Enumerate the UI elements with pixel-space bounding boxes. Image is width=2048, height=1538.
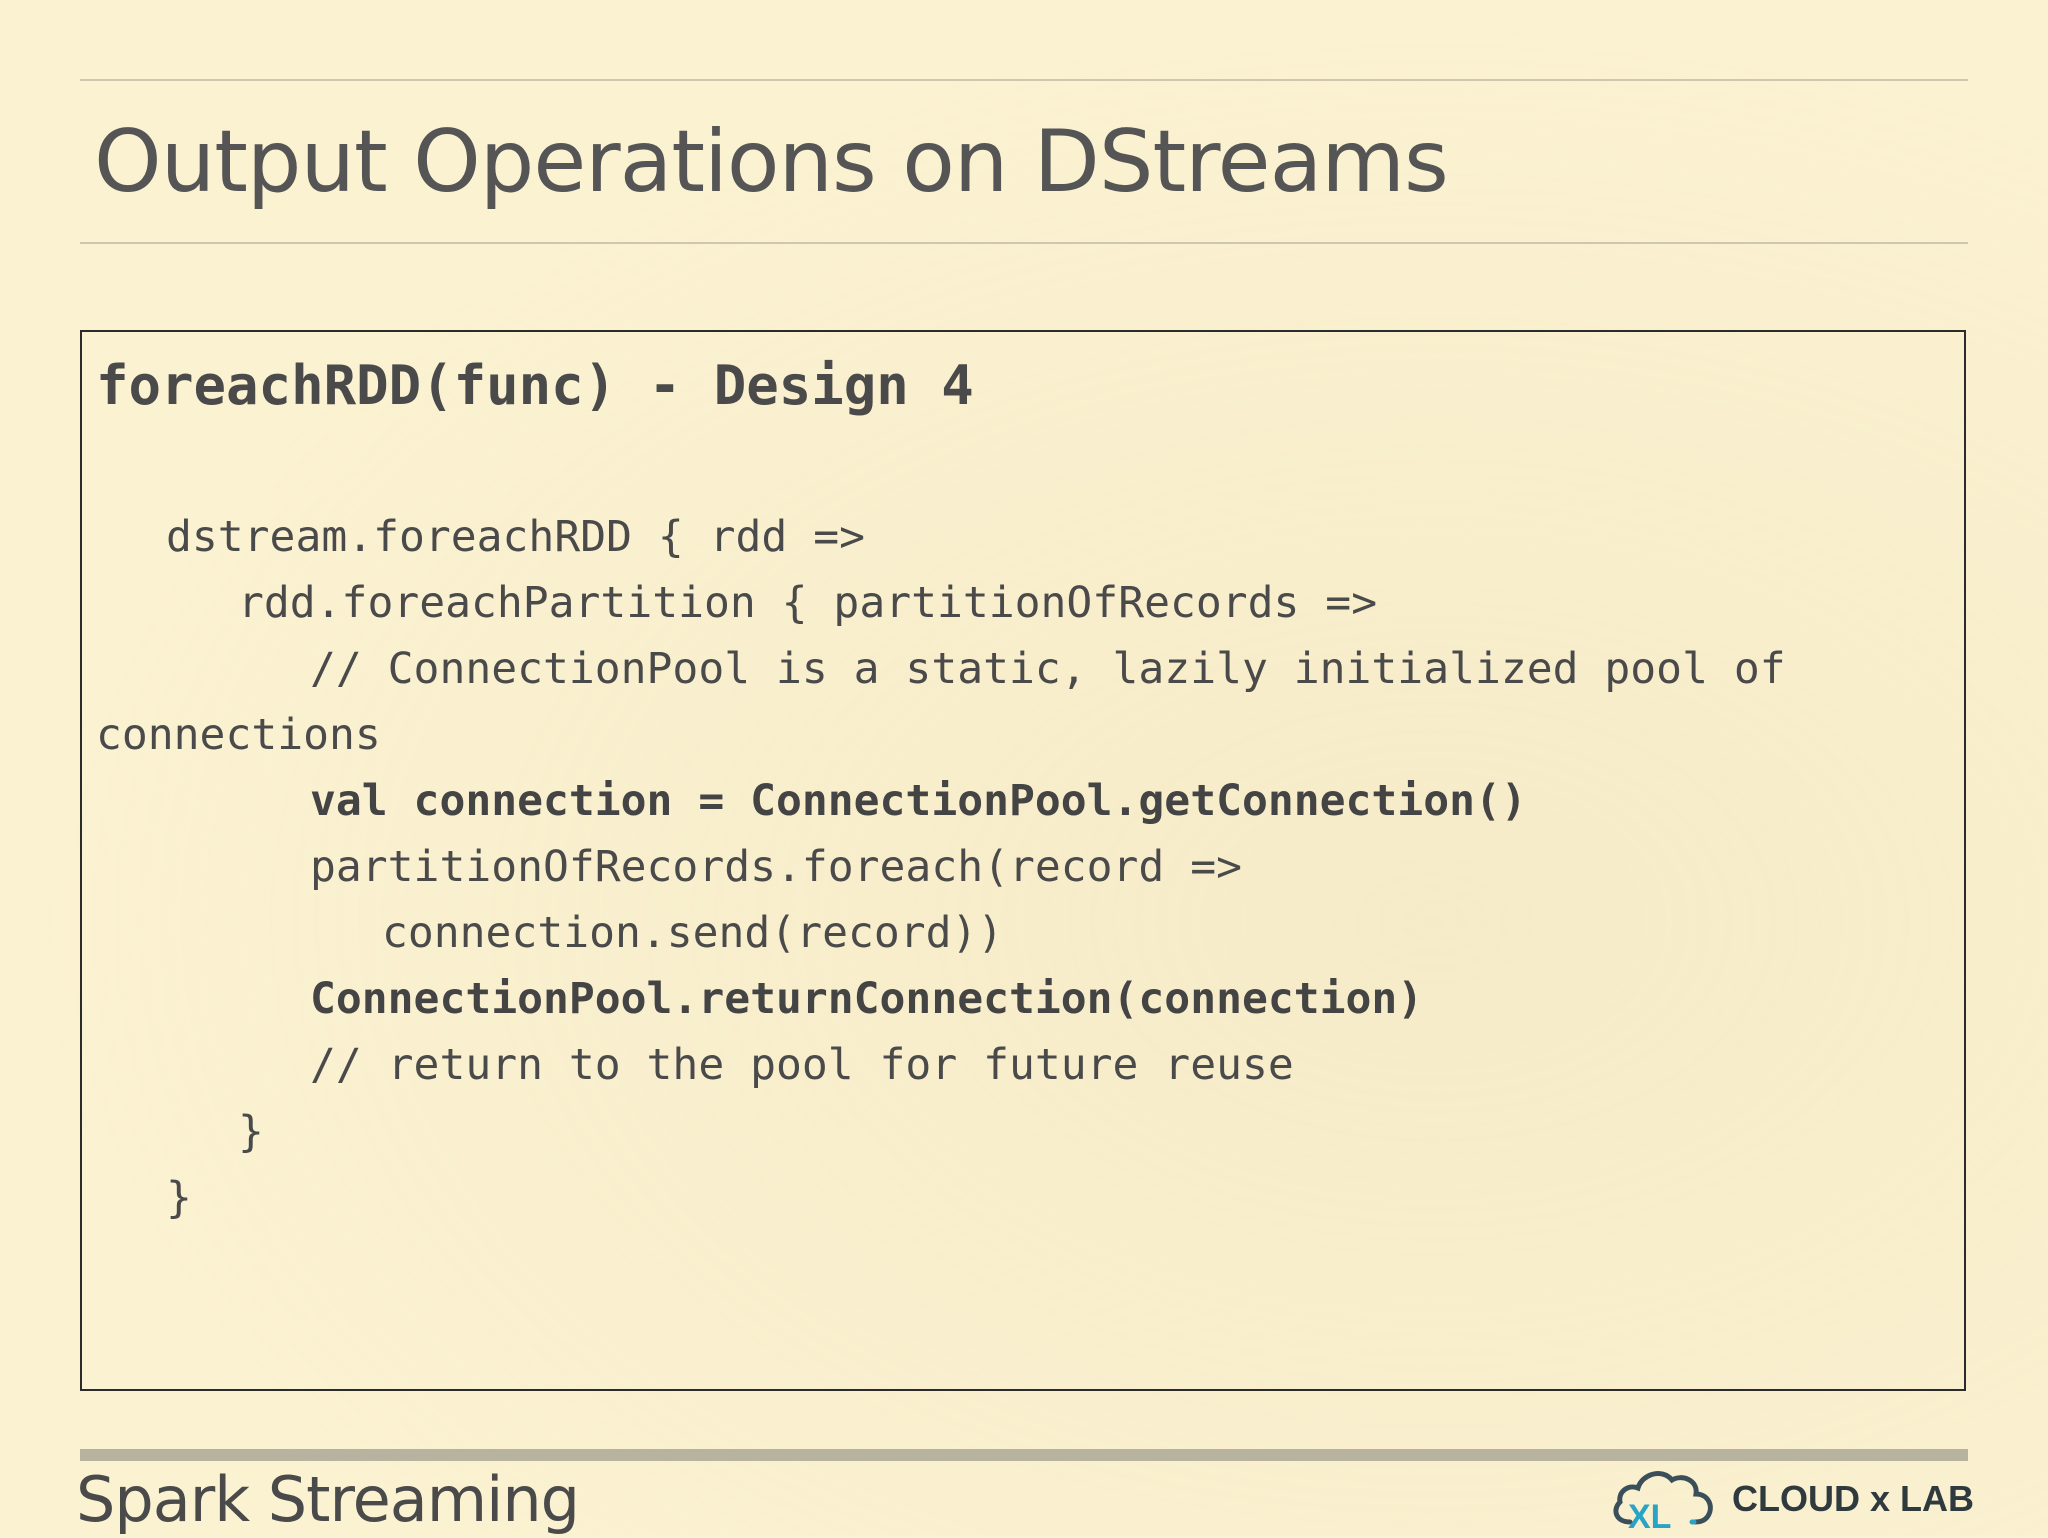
top-divider: [80, 79, 1968, 81]
footer-title: Spark Streaming: [76, 1463, 580, 1536]
cloud-icon: XL: [1613, 1471, 1713, 1536]
code-line: // ConnectionPool is a static, lazily in…: [310, 644, 1786, 694]
cloudxlab-logo: XL CLOUD x LAB: [1608, 1466, 1974, 1536]
code-line: // return to the pool for future reuse: [310, 1040, 1294, 1090]
code-line: dstream.foreachRDD { rdd =>: [166, 512, 865, 562]
code-line: }: [166, 1173, 192, 1223]
code-line: rdd.foreachPartition { partitionOfRecord…: [238, 578, 1378, 628]
code-line: partitionOfRecords.foreach(record =>: [310, 842, 1242, 892]
slide-title: Output Operations on DStreams: [94, 112, 1449, 212]
title-divider: [80, 242, 1968, 244]
code-line: }: [238, 1107, 264, 1157]
svg-text:XL: XL: [1628, 1498, 1671, 1532]
code-line: connection.send(record)): [382, 908, 1004, 958]
code-box: foreachRDD(func) - Design 4 dstream.fore…: [80, 330, 1966, 1391]
code-line: connections: [96, 710, 381, 760]
footer-bar: [80, 1449, 1968, 1461]
code-line: val connection = ConnectionPool.getConne…: [310, 776, 1527, 826]
logo-text: CLOUD x LAB: [1732, 1478, 1974, 1519]
code-heading: foreachRDD(func) - Design 4: [96, 354, 974, 417]
code-line: ConnectionPool.returnConnection(connecti…: [310, 974, 1424, 1024]
